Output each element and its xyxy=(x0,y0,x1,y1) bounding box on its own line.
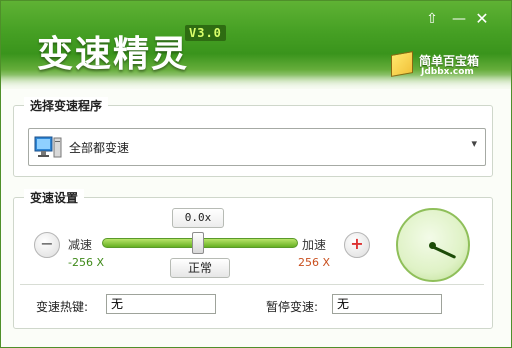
decrease-speed-button[interactable]: − xyxy=(34,232,60,258)
upload-icon[interactable]: ⇧ xyxy=(423,10,441,28)
speed-group-label: 变速设置 xyxy=(24,189,85,206)
slow-label: 减速 xyxy=(68,238,93,252)
close-button[interactable]: ✕ xyxy=(473,10,491,28)
cube-icon xyxy=(391,51,413,77)
program-select[interactable]: 全部都变速 ▾ xyxy=(28,128,486,166)
speed-slider-thumb[interactable] xyxy=(192,232,204,254)
hotkey-label: 变速热键: xyxy=(36,300,89,314)
dial-center xyxy=(429,242,436,249)
logo-subtext: Jdbbx.com xyxy=(421,67,474,77)
fast-label: 加速 xyxy=(302,238,327,252)
app-window: 变速精灵 V3.0 ⇧ — ✕ 简单百宝箱 Jdbbx.com 选择变速程序 全… xyxy=(0,0,512,348)
pause-label: 暂停变速: xyxy=(266,300,319,314)
pause-hotkey-field[interactable] xyxy=(332,294,442,314)
app-title: 变速精灵 xyxy=(37,34,190,75)
selected-program: 全部都变速 xyxy=(69,141,130,155)
speed-dial xyxy=(396,208,470,282)
speed-group: 变速设置 0.0x − 减速 -256 X 加速 256 X + 正常 变速热键… xyxy=(13,189,493,329)
brand-logo: 简单百宝箱 Jdbbx.com xyxy=(387,49,497,81)
divider xyxy=(20,284,484,285)
normal-speed-button[interactable]: 正常 xyxy=(170,258,230,278)
minimize-button[interactable]: — xyxy=(450,10,468,28)
increase-speed-button[interactable]: + xyxy=(344,232,370,258)
computer-icon xyxy=(34,136,62,158)
title-bar[interactable]: 变速精灵 V3.0 ⇧ — ✕ 简单百宝箱 Jdbbx.com xyxy=(1,1,511,89)
speed-value-display: 0.0x xyxy=(172,208,224,228)
program-group-label: 选择变速程序 xyxy=(24,97,109,114)
max-speed-value: 256 X xyxy=(298,256,331,269)
min-speed-value: -256 X xyxy=(68,256,104,269)
program-group: 选择变速程序 全部都变速 ▾ xyxy=(13,97,493,177)
version-badge: V3.0 xyxy=(185,25,226,41)
chevron-down-icon[interactable]: ▾ xyxy=(471,137,477,150)
hotkey-field[interactable] xyxy=(106,294,216,314)
